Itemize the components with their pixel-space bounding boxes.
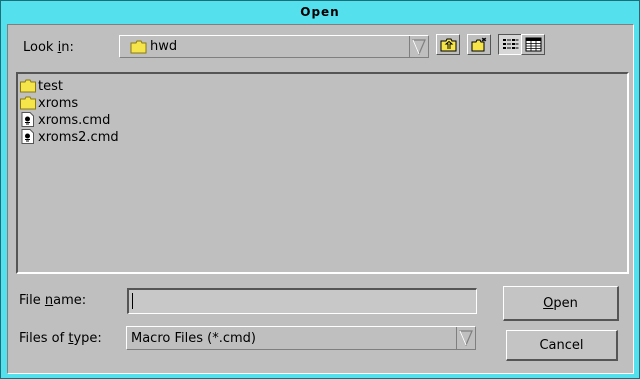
list-item-file[interactable]: xroms.cmd	[20, 112, 110, 128]
files-of-type-combo[interactable]: Macro Files (*.cmd)	[126, 326, 476, 350]
look-in-label: Look in:	[23, 40, 74, 55]
files-of-type-value: Macro Files (*.cmd)	[131, 330, 256, 346]
list-view-icon	[503, 39, 519, 49]
macro-file-icon	[21, 112, 34, 127]
files-of-type-dropdown-button[interactable]	[456, 327, 475, 349]
window-title: Open	[300, 5, 340, 19]
file-list[interactable]: test xroms xroms.cmd xroms2.cmd	[16, 72, 629, 274]
title-bar[interactable]: Open	[1, 1, 639, 23]
folder-icon	[20, 96, 36, 110]
up-folder-icon	[440, 38, 457, 52]
chevron-down-icon	[412, 39, 426, 55]
list-item-folder[interactable]: test	[20, 78, 63, 94]
details-view-button[interactable]	[521, 34, 545, 55]
up-one-level-button[interactable]	[436, 34, 460, 55]
file-name-field-label: File name:	[19, 293, 87, 308]
file-name-label: test	[38, 78, 63, 94]
create-new-folder-button[interactable]	[467, 34, 491, 55]
files-of-type-label: Files of type:	[19, 331, 102, 346]
look-in-combo[interactable]: hwd	[119, 35, 429, 58]
file-name-input[interactable]	[127, 288, 477, 314]
details-view-icon	[525, 37, 542, 52]
file-name-label: xroms.cmd	[38, 112, 111, 128]
macro-file-icon	[21, 129, 34, 144]
file-name-label: xroms	[38, 95, 79, 111]
new-folder-icon	[471, 37, 487, 52]
list-item-file[interactable]: xroms2.cmd	[20, 129, 119, 145]
folder-icon	[20, 79, 36, 93]
open-dialog: Open Look in: hwd test xroms xroms.cmd x…	[0, 0, 640, 379]
look-in-value: hwd	[150, 39, 178, 54]
look-in-dropdown-button[interactable]	[409, 36, 428, 57]
folder-icon	[130, 40, 147, 53]
open-button[interactable]: Open	[503, 286, 619, 321]
chevron-down-icon	[459, 330, 473, 346]
cancel-button[interactable]: Cancel	[506, 330, 618, 361]
list-item-folder[interactable]: xroms	[20, 95, 78, 111]
file-name-label: xroms2.cmd	[38, 129, 119, 145]
list-view-button[interactable]	[498, 34, 522, 55]
text-caret	[132, 293, 133, 309]
